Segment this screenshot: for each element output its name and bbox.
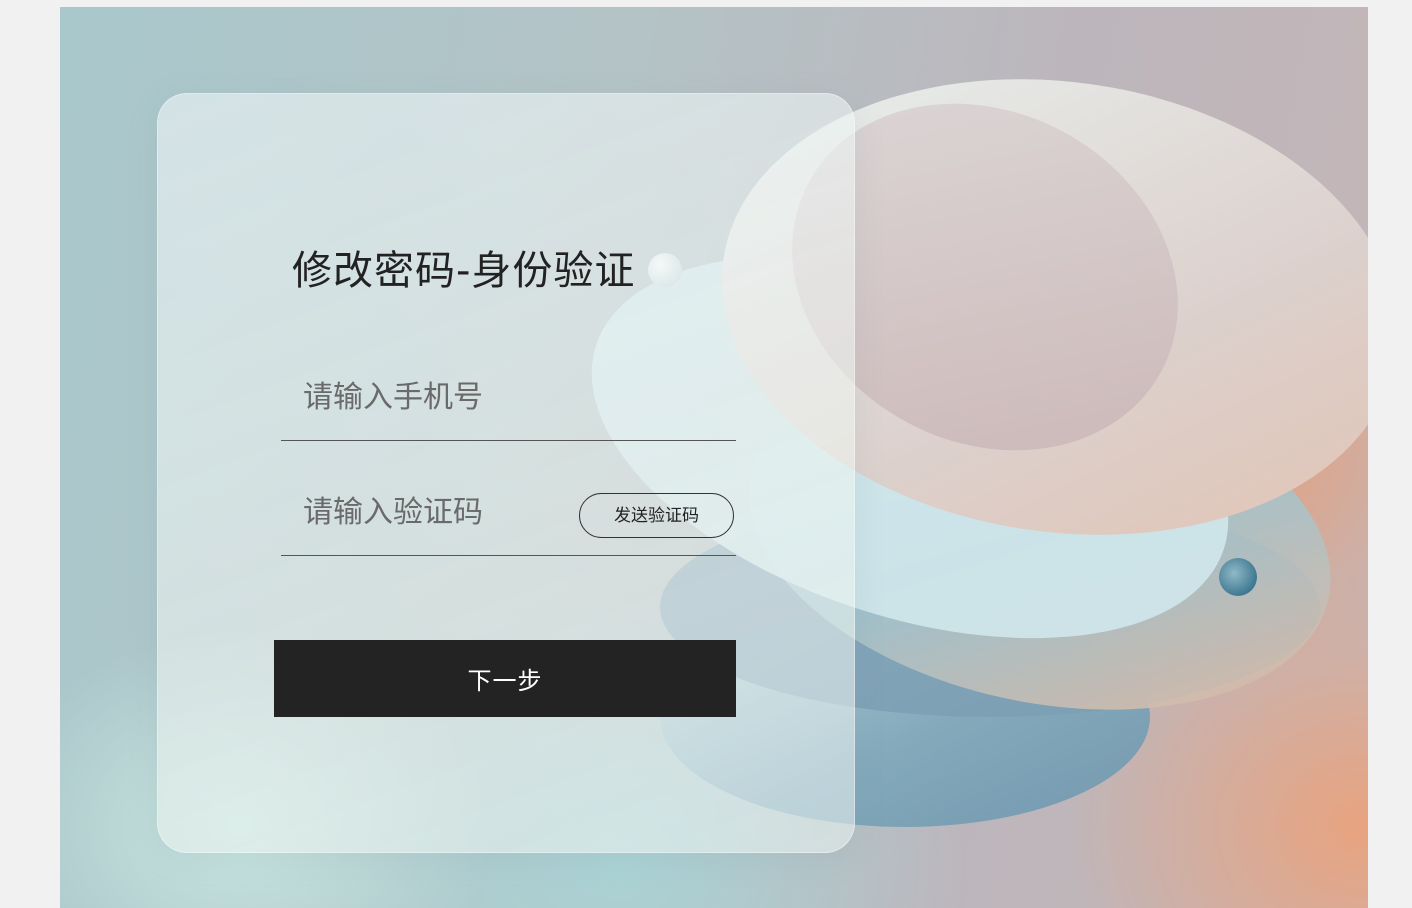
verification-code-input[interactable] (303, 490, 563, 534)
form-card (157, 93, 855, 853)
login-stage: 修改密码-身份验证 发送验证码 下一步 (60, 7, 1368, 908)
phone-field (281, 375, 736, 441)
send-code-button[interactable]: 发送验证码 (579, 493, 734, 538)
next-step-button[interactable]: 下一步 (274, 640, 736, 717)
page-title: 修改密码-身份验证 (292, 248, 636, 294)
phone-input[interactable] (303, 375, 563, 419)
code-field: 发送验证码 (281, 490, 736, 556)
